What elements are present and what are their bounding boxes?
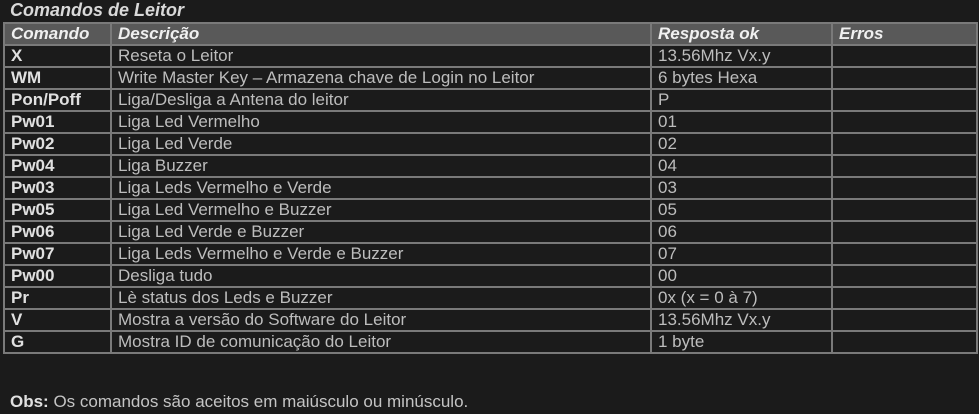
response-cell: P [650,88,833,112]
errors-cell [831,242,978,266]
errors-cell [831,88,978,112]
table-row: Pon/Poff Liga/Desliga a Antena do leitor P [3,88,978,112]
description-cell: Liga/Desliga a Antena do leitor [110,88,652,112]
response-cell: 13.56Mhz Vx.y [650,308,833,332]
page-title: Comandos de Leitor [10,0,185,20]
commands-table: Comando Descrição Resposta ok Erros X Res… [3,22,978,354]
errors-cell [831,176,978,200]
command-cell: WM [3,66,112,90]
response-cell: 04 [650,154,833,178]
response-cell: 02 [650,132,833,156]
obs-text: Os comandos são aceitos em maiúsculo ou … [48,392,469,411]
command-cell: G [3,330,112,354]
description-cell: Reseta o Leitor [110,44,652,68]
response-cell: 01 [650,110,833,134]
command-cell: X [3,44,112,68]
command-cell: Pw01 [3,110,112,134]
table-row: G Mostra ID de comunicação do Leitor 1 byt… [3,330,978,354]
response-cell: 6 bytes Hexa [650,66,833,90]
header-command: Comando [3,22,112,46]
command-cell: Pw00 [3,264,112,288]
command-cell: V [3,308,112,332]
table-row: Pw07 Liga Leds Vermelho e Verde e Buzzer 0… [3,242,978,266]
description-cell: Liga Led Vermelho [110,110,652,134]
errors-cell [831,286,978,310]
errors-cell [831,308,978,332]
errors-cell [831,154,978,178]
response-cell: 1 byte [650,330,833,354]
command-cell: Pon/Poff [3,88,112,112]
command-cell: Pw02 [3,132,112,156]
table-row: X Reseta o Leitor 13.56Mhz Vx.y [3,44,978,68]
table-row: Pr Lè status dos Leds e Buzzer 0x (x = 0 à… [3,286,978,310]
response-cell: 07 [650,242,833,266]
errors-cell [831,330,978,354]
errors-cell [831,110,978,134]
table-row: WM Write Master Key – Armazena chave de L… [3,66,978,90]
table-row: Pw06 Liga Led Verde e Buzzer 06 [3,220,978,244]
table-row: V Mostra a versão do Software do Leitor 13… [3,308,978,332]
description-cell: Liga Led Verde e Buzzer [110,220,652,244]
response-cell: 0x (x = 0 à 7) [650,286,833,310]
header-response: Resposta ok [650,22,833,46]
description-cell: Write Master Key – Armazena chave de Log… [110,66,652,90]
header-errors: Erros [831,22,978,46]
table-header-row: Comando Descrição Resposta ok Erros [3,22,978,46]
obs-note: Obs: Os comandos são aceitos em maiúscul… [10,392,468,412]
obs-label: Obs: [10,392,49,411]
response-cell: 06 [650,220,833,244]
description-cell: Liga Buzzer [110,154,652,178]
description-cell: Lè status dos Leds e Buzzer [110,286,652,310]
description-cell: Desliga tudo [110,264,652,288]
description-cell: Liga Leds Vermelho e Verde e Buzzer [110,242,652,266]
description-cell: Mostra a versão do Software do Leitor [110,308,652,332]
command-cell: Pr [3,286,112,310]
table-row: Pw04 Liga Buzzer 04 [3,154,978,178]
table-row: Pw00 Desliga tudo 00 [3,264,978,288]
errors-cell [831,264,978,288]
errors-cell [831,66,978,90]
description-cell: Mostra ID de comunicação do Leitor [110,330,652,354]
table-row: Pw01 Liga Led Vermelho 01 [3,110,978,134]
command-cell: Pw04 [3,154,112,178]
errors-cell [831,220,978,244]
command-cell: Pw06 [3,220,112,244]
errors-cell [831,198,978,222]
response-cell: 00 [650,264,833,288]
description-cell: Liga Led Vermelho e Buzzer [110,198,652,222]
table-row: Pw05 Liga Led Vermelho e Buzzer 05 [3,198,978,222]
command-cell: Pw03 [3,176,112,200]
response-cell: 05 [650,198,833,222]
command-cell: Pw07 [3,242,112,266]
description-cell: Liga Leds Vermelho e Verde [110,176,652,200]
response-cell: 03 [650,176,833,200]
errors-cell [831,44,978,68]
command-cell: Pw05 [3,198,112,222]
description-cell: Liga Led Verde [110,132,652,156]
header-description: Descrição [110,22,652,46]
table-row: Pw02 Liga Led Verde 02 [3,132,978,156]
errors-cell [831,132,978,156]
table-row: Pw03 Liga Leds Vermelho e Verde 03 [3,176,978,200]
response-cell: 13.56Mhz Vx.y [650,44,833,68]
